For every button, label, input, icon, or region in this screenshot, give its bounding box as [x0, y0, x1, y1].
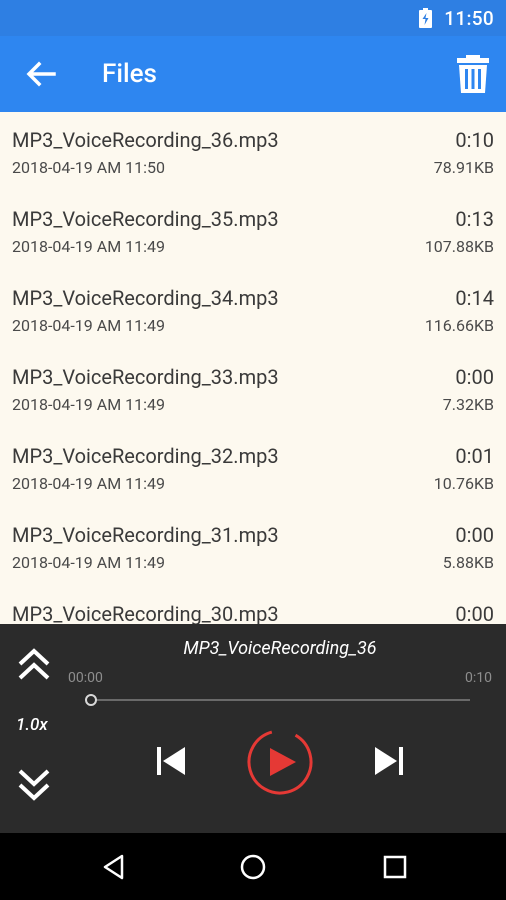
file-date: 2018-04-19 AM 11:49	[12, 553, 165, 572]
double-chevron-up-icon[interactable]	[15, 647, 53, 681]
file-name: MP3_VoiceRecording_33.mp3	[12, 365, 279, 389]
file-name: MP3_VoiceRecording_34.mp3	[12, 286, 279, 310]
status-bar: 11:50	[0, 0, 506, 36]
file-list[interactable]: MP3_VoiceRecording_36.mp3 2018-04-19 AM …	[0, 112, 506, 624]
double-chevron-down-icon[interactable]	[15, 768, 53, 802]
battery-charging-icon	[419, 8, 433, 28]
file-duration: 0:10	[455, 128, 494, 152]
nav-back-icon[interactable]	[100, 853, 128, 881]
file-name: MP3_VoiceRecording_32.mp3	[12, 444, 279, 468]
system-nav-bar	[0, 833, 506, 900]
file-row[interactable]: MP3_VoiceRecording_36.mp3 2018-04-19 AM …	[0, 112, 506, 191]
file-row[interactable]: MP3_VoiceRecording_31.mp3 2018-04-19 AM …	[0, 507, 506, 586]
file-name: MP3_VoiceRecording_31.mp3	[12, 523, 279, 547]
seek-bar[interactable]	[91, 699, 470, 701]
file-name: MP3_VoiceRecording_36.mp3	[12, 128, 279, 152]
current-time: 00:00	[68, 670, 103, 686]
total-time: 0:10	[465, 670, 492, 686]
audio-player: 1.0x MP3_VoiceRecording_36 00:00 0:10	[0, 624, 506, 833]
file-size: 5.88KB	[442, 553, 494, 572]
file-size: 7.32KB	[442, 395, 494, 414]
page-title: Files	[102, 59, 157, 89]
file-date: 2018-04-19 AM 11:50	[12, 158, 165, 177]
file-size: 78.91KB	[433, 158, 494, 177]
file-date: 2018-04-19 AM 11:49	[12, 474, 165, 493]
file-duration: 0:00	[455, 602, 494, 624]
file-row[interactable]: MP3_VoiceRecording_32.mp3 2018-04-19 AM …	[0, 428, 506, 507]
skip-next-icon[interactable]	[372, 744, 406, 778]
file-row[interactable]: MP3_VoiceRecording_34.mp3 2018-04-19 AM …	[0, 270, 506, 349]
file-row[interactable]: MP3_VoiceRecording_33.mp3 2018-04-19 AM …	[0, 349, 506, 428]
skip-previous-icon[interactable]	[154, 744, 188, 778]
file-size: 116.66KB	[424, 316, 494, 335]
file-duration: 0:00	[455, 365, 494, 389]
nav-recents-icon[interactable]	[381, 853, 409, 881]
file-row[interactable]: MP3_VoiceRecording_30.mp3 0:00	[0, 586, 506, 624]
file-duration: 0:01	[455, 444, 494, 468]
status-time: 11:50	[444, 6, 494, 30]
file-duration: 0:13	[455, 207, 494, 231]
now-playing-title: MP3_VoiceRecording_36	[183, 638, 377, 659]
arrow-back-icon[interactable]	[22, 58, 58, 90]
file-duration: 0:14	[455, 286, 494, 310]
trash-icon[interactable]	[456, 54, 490, 94]
file-name: MP3_VoiceRecording_35.mp3	[12, 207, 279, 231]
file-duration: 0:00	[455, 523, 494, 547]
file-row[interactable]: MP3_VoiceRecording_35.mp3 2018-04-19 AM …	[0, 191, 506, 270]
nav-home-icon[interactable]	[239, 853, 267, 881]
playback-speed[interactable]: 1.0x	[16, 715, 48, 735]
app-bar: Files	[0, 36, 506, 112]
file-date: 2018-04-19 AM 11:49	[12, 316, 165, 335]
seek-thumb[interactable]	[85, 694, 97, 706]
play-icon[interactable]	[246, 728, 314, 796]
file-name: MP3_VoiceRecording_30.mp3	[12, 602, 279, 624]
file-size: 10.76KB	[433, 474, 494, 493]
file-size: 107.88KB	[424, 237, 494, 256]
file-date: 2018-04-19 AM 11:49	[12, 395, 165, 414]
file-date: 2018-04-19 AM 11:49	[12, 237, 165, 256]
